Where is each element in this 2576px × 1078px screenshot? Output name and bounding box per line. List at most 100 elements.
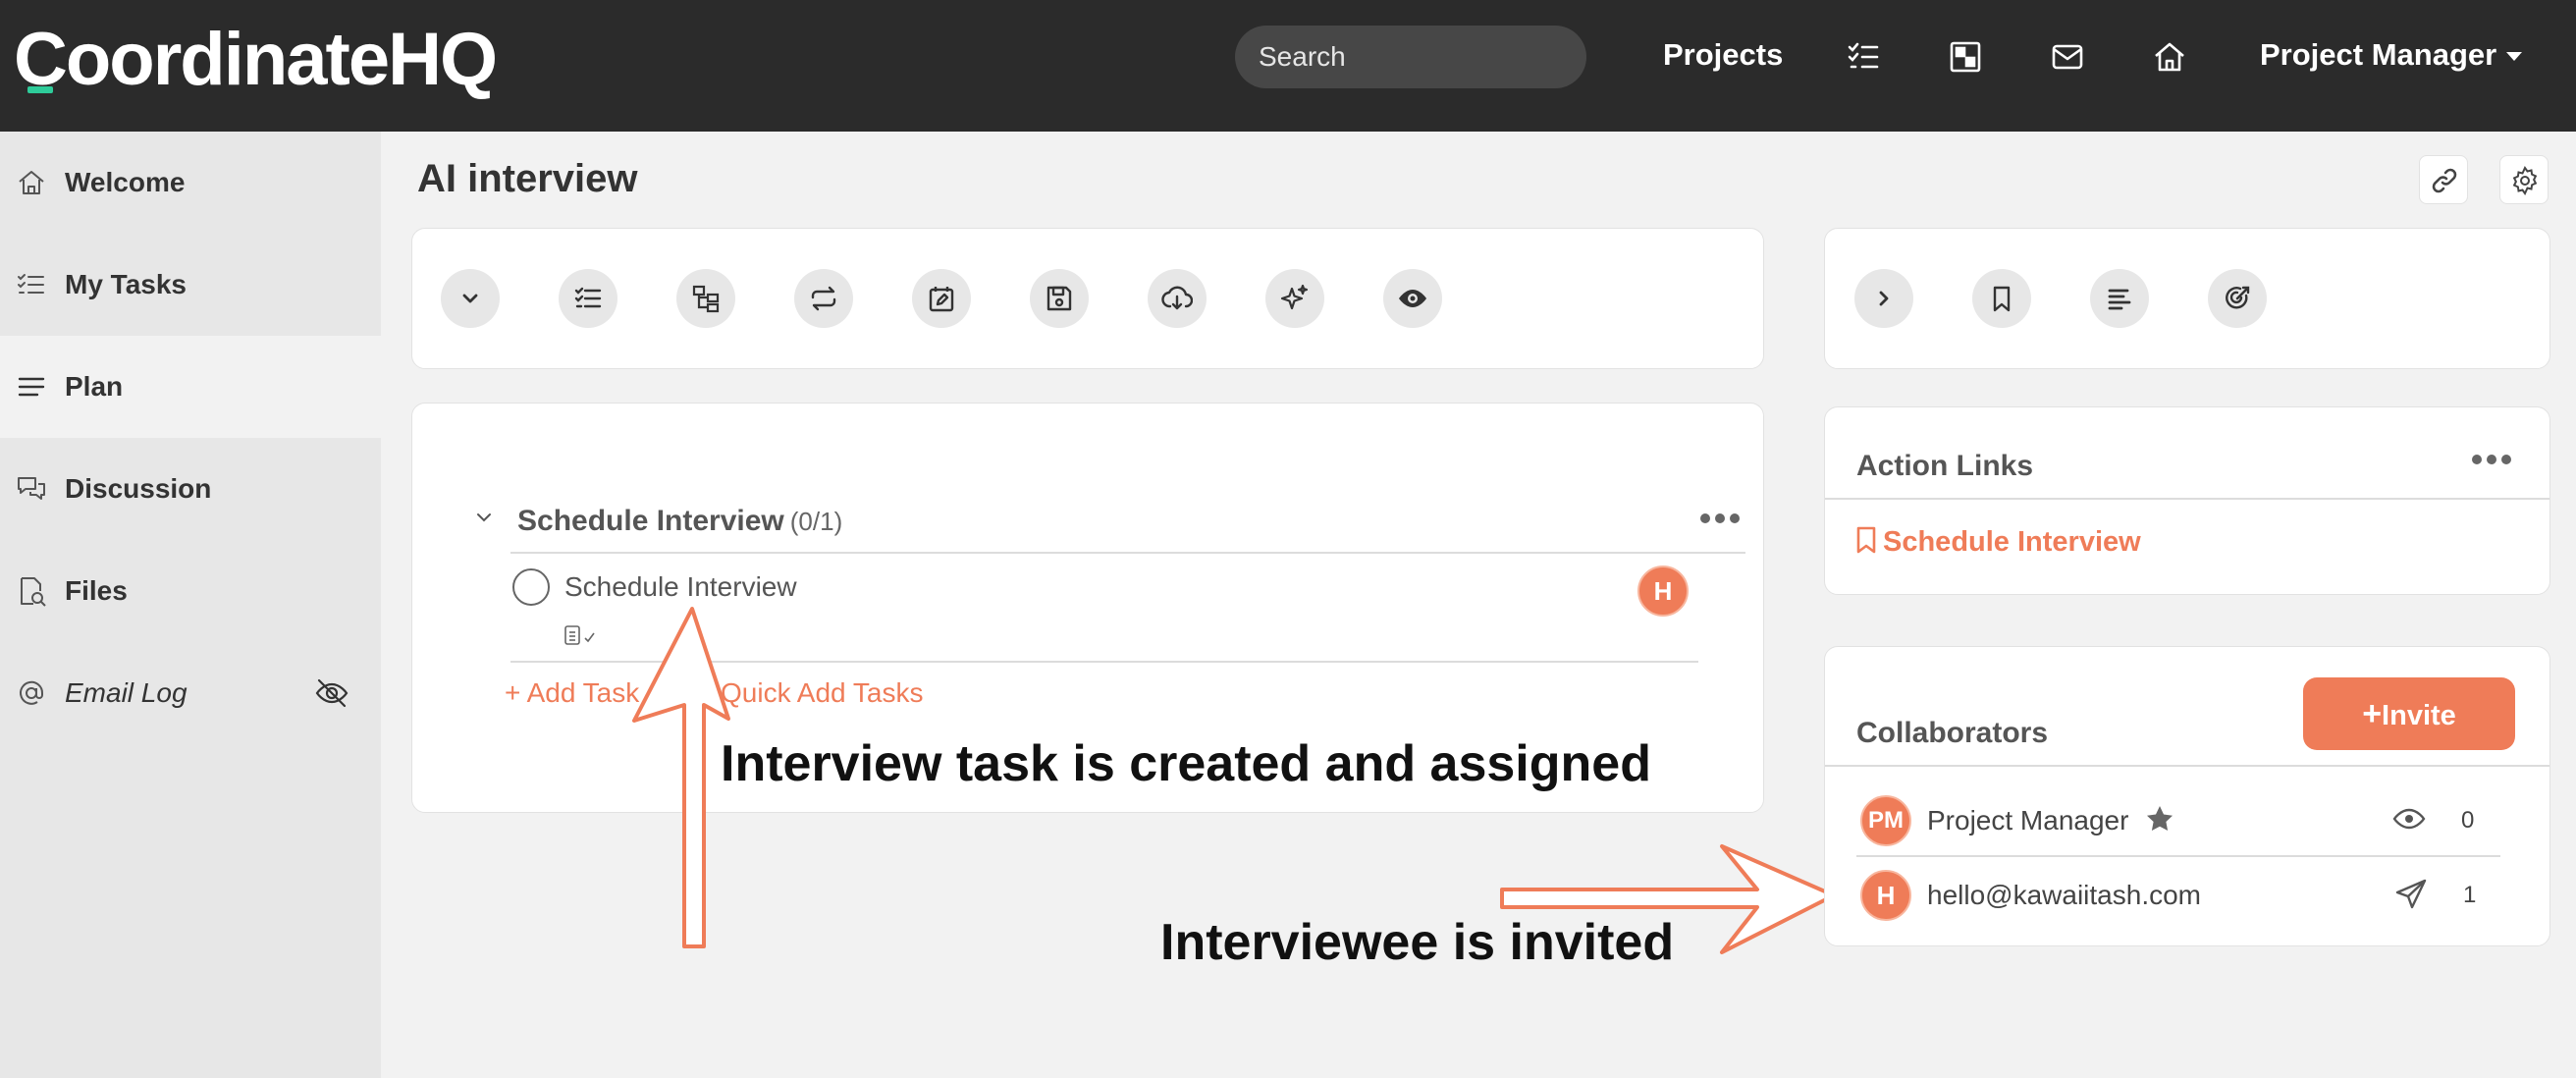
divider [1856, 855, 2500, 857]
cloud-download-icon [1161, 286, 1193, 310]
eye-icon [1399, 290, 1426, 307]
task-group-title[interactable]: Schedule Interview (0/1) [517, 505, 842, 538]
side-panel-toolbar [1824, 228, 2550, 369]
download-button[interactable] [1148, 269, 1207, 328]
logo-accent-mark [27, 86, 53, 93]
action-links-card [1824, 406, 2550, 595]
app-logo[interactable]: CoordinateHQ [14, 16, 498, 104]
page-title: AI interview [417, 157, 638, 200]
board-icon[interactable] [1946, 37, 1985, 77]
summary-button[interactable] [2090, 269, 2149, 328]
settings-icon [2512, 166, 2538, 195]
search-input[interactable] [1235, 26, 1586, 88]
divider [510, 661, 1698, 663]
goals-button[interactable] [2208, 269, 2267, 328]
sidebar-item-label: Email Log [65, 677, 188, 708]
eye-off-icon[interactable] [314, 675, 349, 711]
collaborators-title: Collaborators [1856, 717, 2049, 749]
bookmarks-button[interactable] [1972, 269, 2031, 328]
action-link-schedule-interview[interactable]: Schedule Interview [1855, 526, 2141, 559]
bookmark-icon [1993, 286, 2011, 312]
task-complete-checkbox[interactable] [512, 568, 550, 606]
sidebar-item-label: Files [65, 575, 128, 606]
action-links-more-button[interactable] [2472, 450, 2515, 469]
divider [1825, 765, 2549, 767]
sidebar-item-label: Plan [65, 371, 124, 402]
chevron-down-icon[interactable] [471, 505, 497, 530]
send-icon[interactable] [2393, 877, 2429, 912]
action-links-title: Action Links [1856, 450, 2034, 482]
chevron-down-icon [462, 294, 478, 303]
task-group-name: Schedule Interview [517, 505, 784, 537]
sidebar-item-my-tasks[interactable]: My Tasks [0, 234, 381, 336]
hierarchy-icon [692, 285, 720, 313]
recurring-button[interactable] [794, 269, 853, 328]
home-icon [16, 167, 47, 198]
quick-add-tasks-link[interactable]: Quick Add Tasks [721, 677, 923, 709]
task-annotation-text: Interview task is created and assigned [721, 735, 1651, 792]
invite-annotation-text: Interviewee is invited [1160, 914, 1675, 971]
ai-assist-button[interactable] [1265, 269, 1324, 328]
top-navigation-bar: CoordinateHQ Projects Project Manager [0, 0, 2576, 132]
sidebar: Welcome My Tasks Plan Discussion Files E… [0, 132, 381, 1078]
sparkles-icon [1280, 284, 1309, 310]
collapse-panel-button[interactable] [1854, 269, 1913, 328]
user-menu-label: Project Manager [2260, 37, 2497, 72]
schedule-button[interactable] [912, 269, 971, 328]
copy-link-button[interactable] [2419, 155, 2468, 204]
settings-button[interactable] [2499, 155, 2549, 204]
tasks-icon [16, 269, 47, 300]
sidebar-item-discussion[interactable]: Discussion [0, 438, 381, 540]
sidebar-item-label: My Tasks [65, 269, 187, 299]
divider [1825, 498, 2549, 500]
collaborator-invite-count: 1 [2463, 882, 2477, 908]
task-assignee-avatar[interactable]: H [1637, 566, 1689, 617]
star-icon [2144, 803, 2175, 835]
user-menu[interactable]: Project Manager [2260, 37, 2523, 73]
bookmark-icon [1856, 526, 1876, 554]
plus-icon: + [2362, 695, 2383, 732]
task-list-icon [574, 287, 602, 308]
save-template-button[interactable] [1030, 269, 1089, 328]
calendar-edit-icon [929, 287, 954, 312]
task-list-button[interactable] [559, 269, 617, 328]
sidebar-item-email-log[interactable]: Email Log [0, 642, 381, 744]
chat-icon [16, 473, 47, 505]
task-title[interactable]: Schedule Interview [564, 571, 797, 603]
invite-button-label: Invite [2382, 700, 2456, 731]
collapse-all-button[interactable] [441, 269, 500, 328]
add-task-link[interactable]: + Add Task [505, 677, 639, 709]
sidebar-item-label: Welcome [65, 167, 186, 197]
collaborator-view-count: 0 [2461, 807, 2475, 834]
group-more-button[interactable] [1700, 509, 1744, 528]
collaborator-name: hello@kawaiitash.com [1927, 880, 2201, 910]
link-icon [2432, 168, 2457, 193]
align-left-icon [2108, 289, 2131, 310]
sidebar-item-files[interactable]: Files [0, 540, 381, 642]
caret-down-icon [2506, 52, 2523, 62]
hierarchy-button[interactable] [676, 269, 735, 328]
tasks-icon[interactable] [1844, 37, 1883, 77]
projects-nav-link[interactable]: Projects [1663, 37, 1783, 73]
target-icon [2226, 286, 2250, 309]
file-search-icon [16, 575, 47, 607]
collaborator-avatar: H [1860, 870, 1911, 921]
chevron-right-icon [1879, 291, 1889, 306]
divider [510, 552, 1745, 554]
task-checklist-icon [564, 623, 607, 647]
home-icon[interactable] [2150, 37, 2189, 77]
mail-icon[interactable] [2048, 37, 2087, 77]
sidebar-item-plan[interactable]: Plan [0, 336, 381, 438]
sidebar-item-welcome[interactable]: Welcome [0, 132, 381, 234]
invite-button[interactable]: +Invite [2303, 677, 2515, 750]
menu-icon [16, 371, 47, 403]
at-icon [16, 677, 47, 709]
task-group-count: (0/1) [789, 507, 843, 536]
repeat-icon [811, 286, 836, 311]
action-link-label: Schedule Interview [1883, 526, 2141, 558]
preview-button[interactable] [1383, 269, 1442, 328]
collaborator-name: Project Manager [1927, 805, 2129, 835]
collaborator-avatar: PM [1860, 795, 1911, 846]
save-icon [1046, 286, 1072, 311]
eye-icon[interactable] [2391, 801, 2427, 836]
